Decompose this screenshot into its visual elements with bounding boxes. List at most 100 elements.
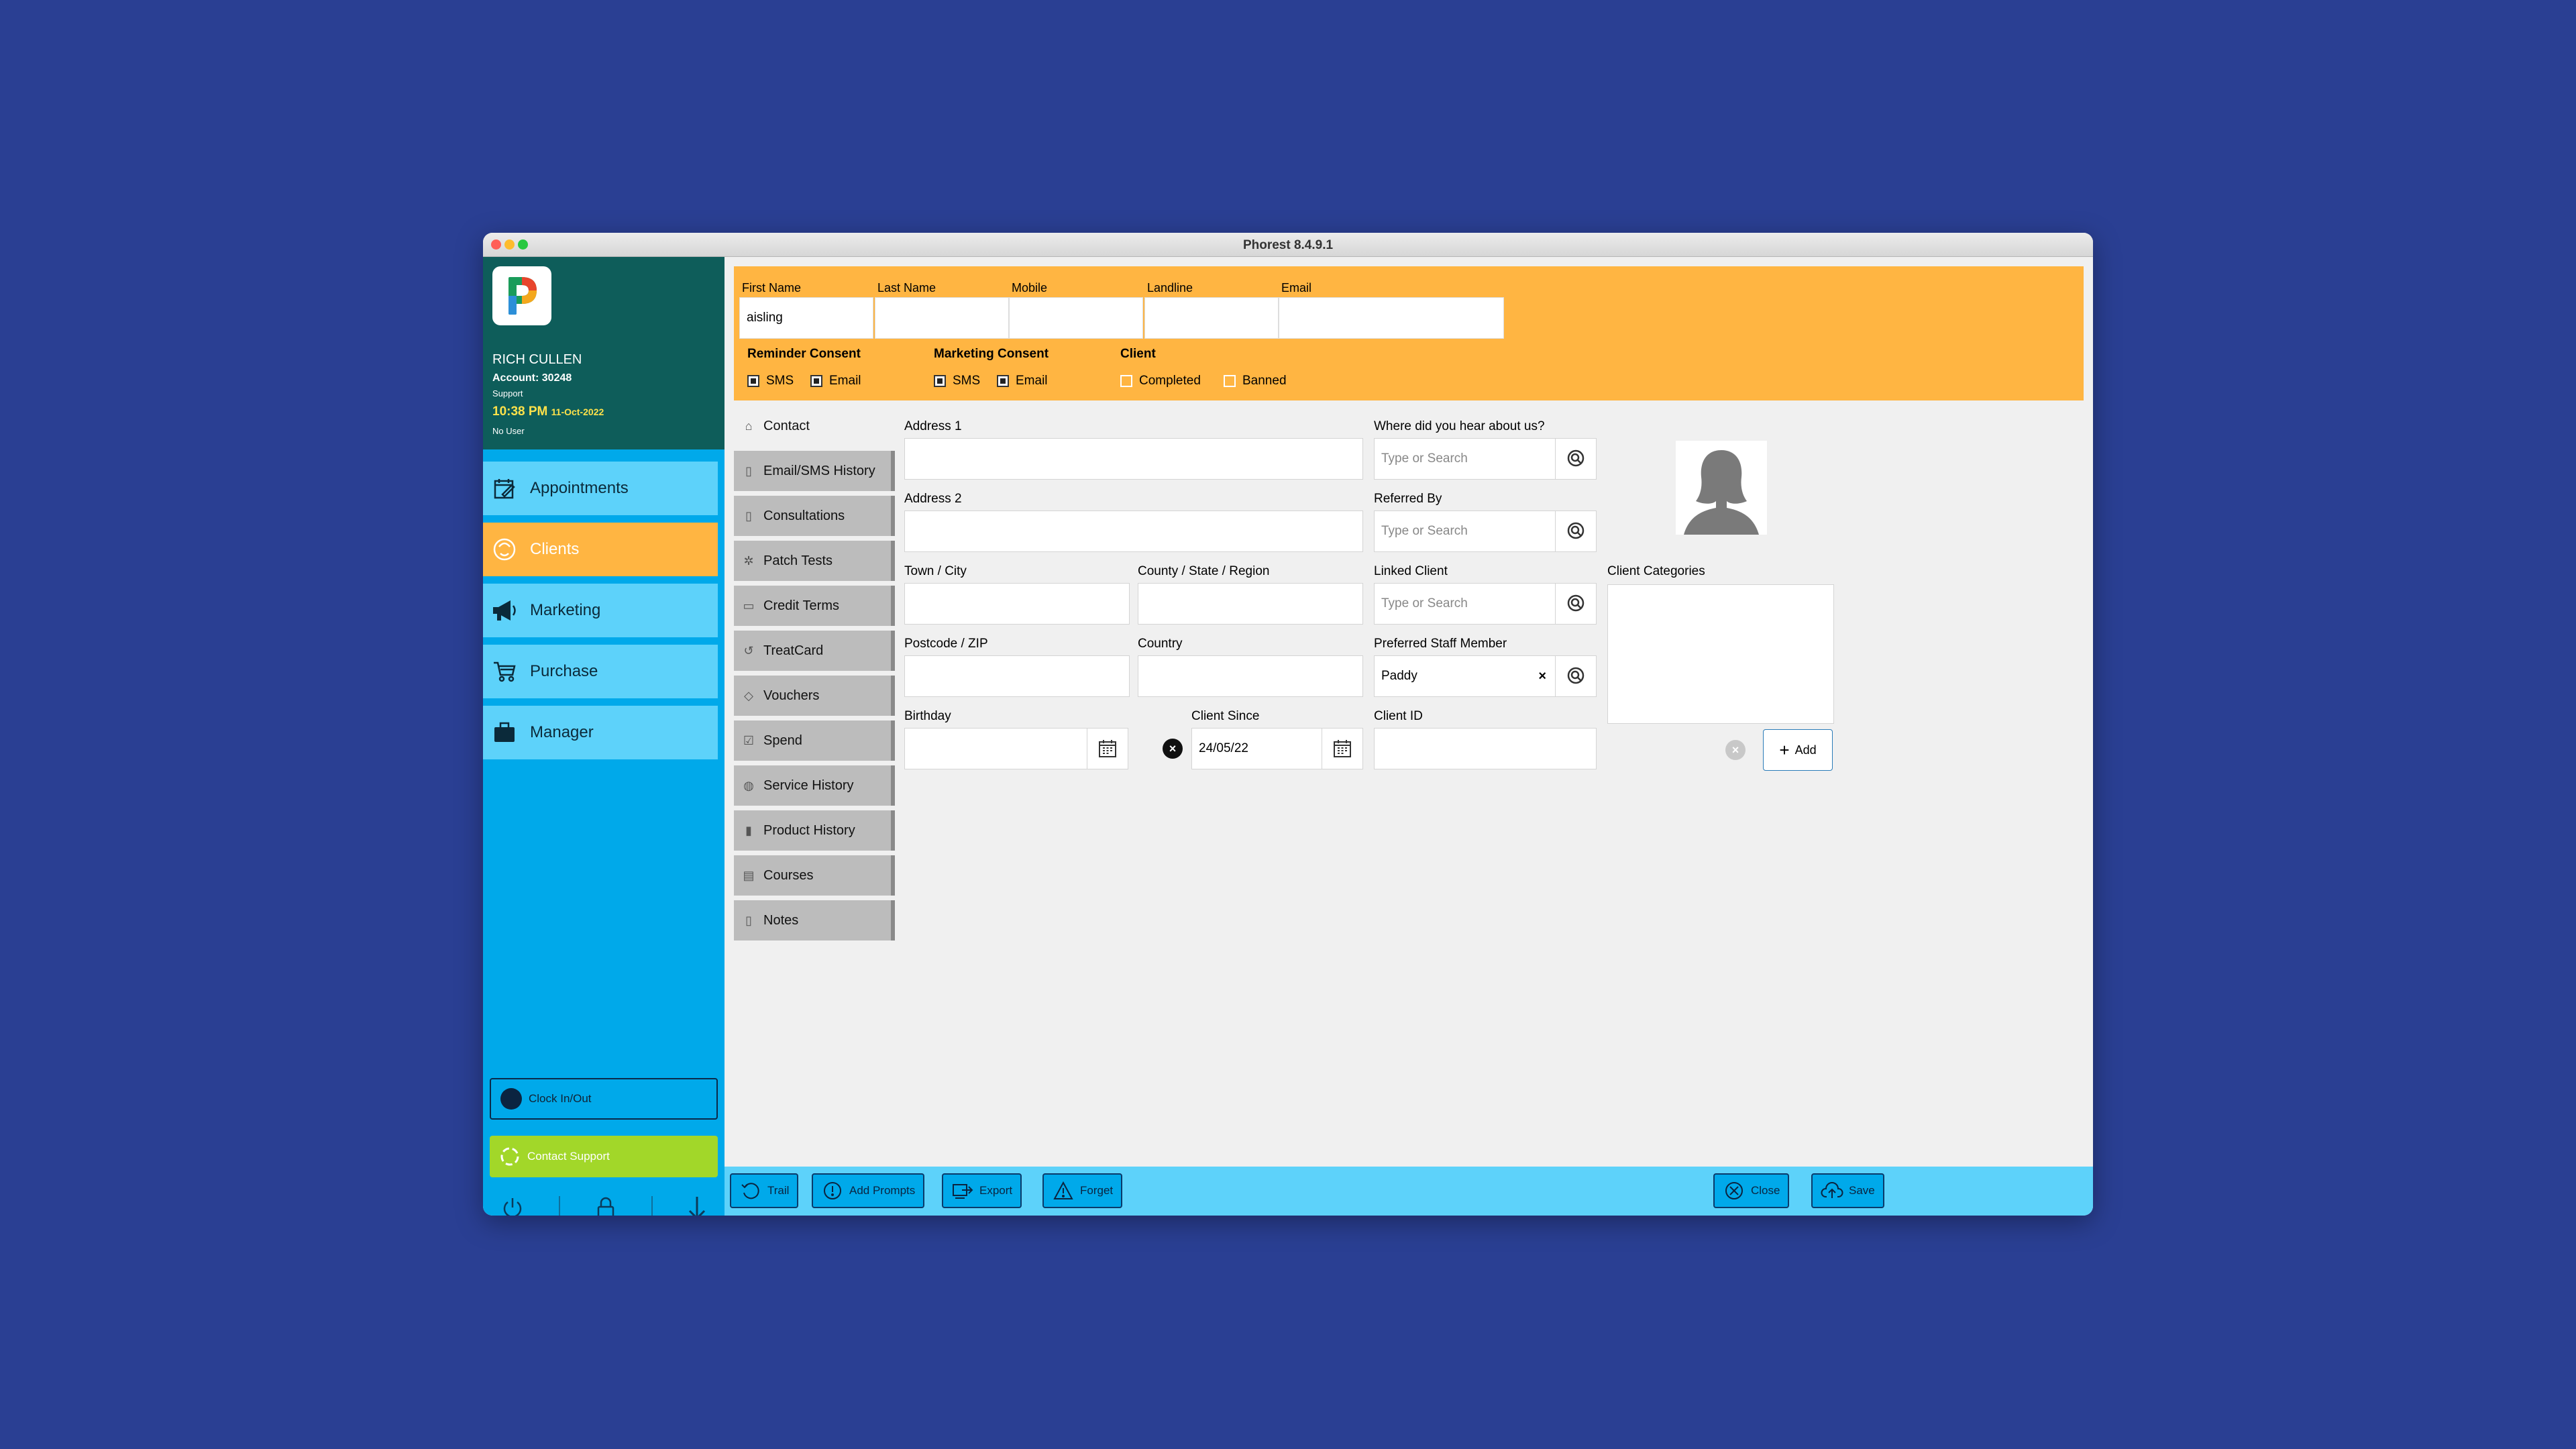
nav-appointments[interactable]: Appointments: [483, 462, 718, 515]
arrow-down-icon[interactable]: [687, 1195, 707, 1216]
email-input[interactable]: [1279, 297, 1504, 339]
marketing-email-checkbox[interactable]: Email: [997, 374, 1048, 388]
clear-staff-icon[interactable]: ×: [1538, 669, 1546, 684]
clock-in-out-button[interactable]: Clock In/Out: [490, 1078, 718, 1120]
last-name-input[interactable]: [875, 297, 1009, 339]
linked-client-search-button[interactable]: [1555, 583, 1597, 625]
mobile-input[interactable]: [1009, 297, 1143, 339]
tab-vouchers[interactable]: ◇ Vouchers: [734, 676, 895, 716]
globe-icon: ◍: [743, 778, 754, 792]
client-avatar[interactable]: [1676, 441, 1767, 535]
tab-service-history[interactable]: ◍ Service History: [734, 765, 895, 806]
undo-icon: [739, 1179, 762, 1202]
client-completed-checkbox[interactable]: Completed: [1120, 374, 1201, 388]
linked-client-input[interactable]: Type or Search: [1374, 583, 1556, 625]
hear-about-input[interactable]: Type or Search: [1374, 438, 1556, 480]
clear-birthday-button[interactable]: ×: [1163, 739, 1183, 759]
tab-notes[interactable]: ▯ Notes: [734, 900, 895, 941]
client-since-input[interactable]: 24/05/22: [1191, 728, 1323, 769]
mobile-label: Mobile: [1012, 281, 1048, 294]
address1-input[interactable]: [904, 438, 1363, 480]
client-group-label: Client: [1120, 347, 1156, 361]
address2-label: Address 2: [904, 492, 962, 506]
birthday-input[interactable]: [904, 728, 1088, 769]
check-square-icon: ☑: [743, 733, 755, 747]
clock-label: Clock In/Out: [529, 1092, 592, 1105]
preferred-staff-search-button[interactable]: [1555, 655, 1597, 697]
lock-icon[interactable]: [594, 1196, 617, 1216]
close-button[interactable]: Close: [1713, 1173, 1790, 1208]
address2-input[interactable]: [904, 511, 1363, 552]
nav-marketing[interactable]: Marketing: [483, 584, 718, 637]
power-icon[interactable]: [500, 1196, 525, 1216]
support-icon: [499, 1146, 521, 1167]
plus-icon: +: [1779, 739, 1790, 760]
tab-credit-terms[interactable]: ▭ Credit Terms: [734, 586, 895, 626]
add-category-button[interactable]: + Add: [1763, 729, 1833, 771]
reminder-email-checkbox[interactable]: Email: [810, 374, 861, 388]
marketing-sms-checkbox[interactable]: SMS: [934, 374, 980, 388]
country-input[interactable]: [1138, 655, 1363, 697]
tab-contact[interactable]: ⌂ Contact: [734, 406, 895, 446]
tab-patch-tests[interactable]: ✲ Patch Tests: [734, 541, 895, 581]
warning-icon: [1052, 1179, 1075, 1202]
calendar-icon: [1334, 740, 1351, 757]
checkbox-box: [934, 375, 946, 387]
hear-about-label: Where did you hear about us?: [1374, 419, 1545, 433]
county-input[interactable]: [1138, 583, 1363, 625]
first-name-input[interactable]: aisling: [739, 297, 873, 339]
checkbox-label: Completed: [1139, 374, 1201, 388]
client-id-input[interactable]: [1374, 728, 1597, 769]
save-button[interactable]: Save: [1811, 1173, 1884, 1208]
postcode-label: Postcode / ZIP: [904, 637, 988, 651]
cart-icon: [491, 658, 518, 685]
search-icon: [1567, 594, 1585, 612]
client-banned-checkbox[interactable]: Banned: [1224, 374, 1287, 388]
hear-about-search-button[interactable]: [1555, 438, 1597, 480]
linked-client-label: Linked Client: [1374, 564, 1448, 578]
client-categories-list[interactable]: [1607, 584, 1834, 724]
client-since-calendar-button[interactable]: [1322, 728, 1363, 769]
tab-product-history[interactable]: ▮ Product History: [734, 810, 895, 851]
tab-label: Vouchers: [763, 688, 820, 703]
postcode-input[interactable]: [904, 655, 1130, 697]
forget-button[interactable]: Forget: [1042, 1173, 1123, 1208]
tab-label: Service History: [763, 777, 854, 793]
nav-manager[interactable]: Manager: [483, 706, 718, 759]
tab-courses[interactable]: ▤ Courses: [734, 855, 895, 896]
export-button[interactable]: Export: [942, 1173, 1022, 1208]
alert-circle-icon: [821, 1179, 844, 1202]
referred-by-search-button[interactable]: [1555, 511, 1597, 552]
landline-input[interactable]: [1144, 297, 1279, 339]
document-icon: ▯: [745, 464, 752, 478]
reminder-sms-checkbox[interactable]: SMS: [747, 374, 794, 388]
birthday-label: Birthday: [904, 709, 951, 723]
nav-clients[interactable]: Clients: [483, 523, 718, 576]
first-name-label: First Name: [742, 281, 802, 294]
note-icon: ▯: [745, 913, 752, 927]
tab-consultations[interactable]: ▯ Consultations: [734, 496, 895, 536]
clear-category-button[interactable]: ×: [1725, 740, 1746, 760]
contact-support-button[interactable]: Contact Support: [490, 1136, 718, 1177]
user-status: No User: [492, 426, 525, 436]
email-label: Email: [1281, 281, 1312, 294]
tab-spend[interactable]: ☑ Spend: [734, 720, 895, 761]
divider: [651, 1196, 653, 1216]
user-name: RICH CULLEN: [492, 352, 582, 367]
cloud-upload-icon: [1821, 1179, 1843, 1202]
referred-by-input[interactable]: Type or Search: [1374, 511, 1556, 552]
tab-treatcard[interactable]: ↺ TreatCard: [734, 631, 895, 671]
town-input[interactable]: [904, 583, 1130, 625]
export-label: Export: [979, 1184, 1013, 1197]
nav-purchase[interactable]: Purchase: [483, 645, 718, 698]
add-prompts-button[interactable]: Add Prompts: [812, 1173, 925, 1208]
tag-icon: ◇: [744, 688, 753, 702]
close-label: Close: [1751, 1184, 1780, 1197]
search-icon: [1567, 522, 1585, 539]
client-id-label: Client ID: [1374, 709, 1423, 723]
tab-email-sms-history[interactable]: ▯ Email/SMS History: [734, 451, 895, 491]
birthday-calendar-button[interactable]: [1087, 728, 1128, 769]
preferred-staff-input[interactable]: Paddy ×: [1374, 655, 1556, 697]
calendar-icon: [1099, 740, 1116, 757]
trail-button[interactable]: Trail: [730, 1173, 799, 1208]
